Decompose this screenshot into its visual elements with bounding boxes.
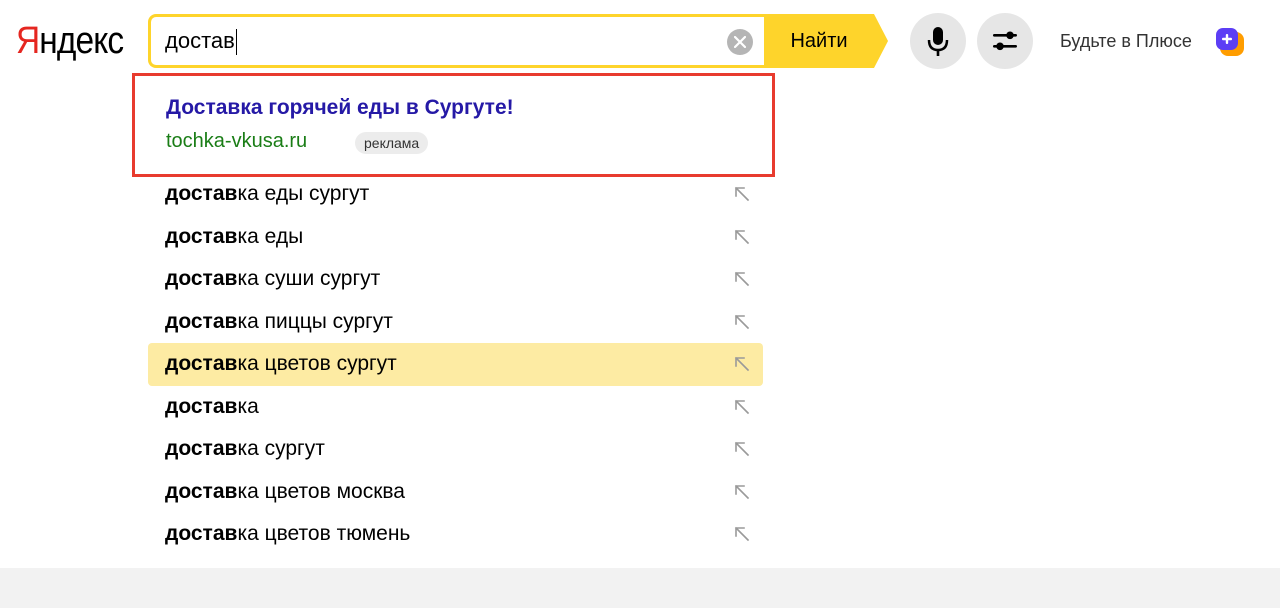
suggestion-item[interactable]: доставка цветов тюмень: [148, 513, 763, 556]
suggestion-completion: ка: [237, 394, 259, 418]
fill-query-button[interactable]: [734, 186, 750, 207]
suggestion-text: доставка еды: [165, 216, 303, 259]
suggestion-completion: ка пиццы сургут: [237, 309, 393, 333]
search-input[interactable]: достав: [165, 17, 237, 65]
arrow-up-left-icon: [734, 526, 750, 542]
fill-query-button[interactable]: [734, 399, 750, 420]
arrow-up-left-icon: [734, 186, 750, 202]
text-caret: [235, 29, 237, 56]
sponsored-suggestion[interactable]: Доставка горячей еды в Сургуте! tochka-v…: [132, 73, 775, 177]
arrow-up-left-icon: [734, 399, 750, 414]
suggestion-item[interactable]: доставка еды: [148, 216, 763, 259]
suggestion-match: достав: [165, 479, 238, 503]
fill-query-button[interactable]: [734, 441, 750, 462]
arrow-up-left-icon: [734, 314, 750, 329]
suggestion-match: достав: [165, 352, 238, 375]
suggestion-match: достав: [165, 267, 238, 290]
suggestion-completion: ка сургут: [237, 437, 325, 460]
suggestion-text: доставка цветов москва: [165, 471, 405, 514]
ad-title[interactable]: Доставка горячей еды в Сургуте!: [166, 96, 514, 120]
plus-badge[interactable]: [1214, 26, 1248, 60]
suggestion-item[interactable]: доставка цветов сургут: [148, 343, 763, 386]
suggestion-text: доставка еды сургут: [165, 173, 369, 216]
fill-query-button[interactable]: [734, 484, 750, 505]
ad-badge: реклама: [355, 132, 429, 154]
suggestion-completion: ка цветов сургут: [237, 352, 397, 375]
voice-search-button[interactable]: [910, 13, 966, 69]
arrow-up-left-icon: [734, 356, 750, 372]
fill-query-button[interactable]: [734, 356, 750, 377]
microphone-icon: [927, 27, 949, 56]
suggestion-item[interactable]: доставка сургут: [148, 428, 763, 471]
clear-button[interactable]: [727, 29, 753, 55]
suggestion-match: достав: [165, 394, 238, 418]
suggestion-completion: ка суши сургут: [237, 267, 381, 290]
find-button-arrow[interactable]: [874, 14, 888, 68]
arrow-up-left-icon: [734, 229, 750, 244]
suggestion-text: доставка сургут: [165, 428, 325, 471]
plus-badge-icon: [1216, 28, 1244, 56]
yandex-logo[interactable]: Яндекс: [16, 16, 124, 66]
arrow-up-left-icon: [734, 484, 750, 499]
suggestion-text: доставка пиццы сургут: [165, 301, 393, 344]
suggestion-match: достав: [165, 182, 238, 205]
page-footer-band: [0, 568, 1280, 608]
suggestion-completion: ка еды сургут: [237, 182, 370, 205]
close-icon: [734, 36, 746, 48]
suggestion-item[interactable]: доставка цветов москва: [148, 471, 763, 514]
suggestion-text: доставка цветов сургут: [165, 343, 397, 386]
find-button[interactable]: Найти: [764, 14, 874, 68]
plus-promo-link[interactable]: Будьте в Плюсе: [1060, 27, 1192, 55]
logo-letter-ya: Я: [16, 20, 40, 62]
suggestion-text: доставка: [165, 386, 259, 429]
search-settings-button[interactable]: [977, 13, 1033, 69]
search-input-value: достав: [165, 28, 235, 53]
arrow-up-left-icon: [734, 271, 750, 287]
suggestion-match: достав: [165, 224, 238, 248]
fill-query-button[interactable]: [734, 314, 750, 335]
suggestion-completion: ка цветов тюмень: [237, 522, 411, 545]
suggestion-match: достав: [165, 437, 238, 460]
settings-sliders-icon: [993, 31, 1017, 51]
suggestion-item[interactable]: доставка суши сургут: [148, 258, 763, 301]
fill-query-button[interactable]: [734, 271, 750, 292]
suggestion-text: доставка цветов тюмень: [165, 513, 410, 556]
suggestion-match: достав: [165, 309, 238, 333]
arrow-up-left-icon: [734, 441, 750, 457]
fill-query-button[interactable]: [734, 229, 750, 250]
fill-query-button[interactable]: [734, 526, 750, 547]
logo-text: ндекс: [39, 20, 124, 62]
suggestion-item[interactable]: доставка: [148, 386, 763, 429]
ad-url[interactable]: tochka-vkusa.ru: [166, 130, 307, 153]
suggestion-text: доставка суши сургут: [165, 258, 380, 301]
suggestion-item[interactable]: доставка еды сургут: [148, 173, 763, 216]
suggestion-completion: ка цветов москва: [237, 479, 405, 503]
search-box[interactable]: достав: [148, 14, 764, 68]
suggestion-match: достав: [165, 522, 238, 545]
suggestions-list: доставка еды сургут доставка еды доставка …: [148, 173, 763, 556]
suggestion-item[interactable]: доставка пиццы сургут: [148, 301, 763, 344]
suggestion-completion: ка еды: [237, 224, 304, 248]
